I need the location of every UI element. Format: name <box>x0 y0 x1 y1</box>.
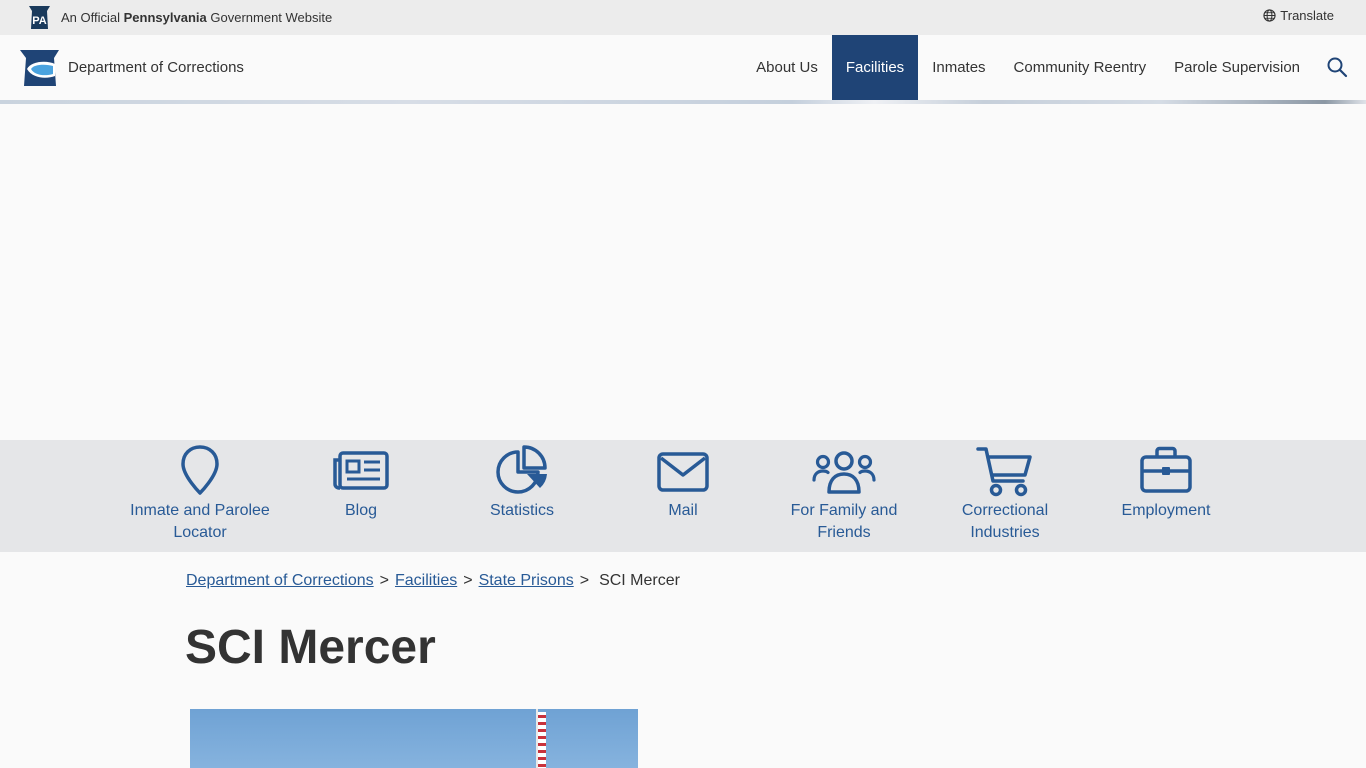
search-icon[interactable] <box>1326 56 1348 78</box>
quick-link-blog[interactable]: Blog <box>301 440 421 552</box>
facility-photo <box>190 709 638 768</box>
quick-link-family-friends[interactable]: For Family and Friends <box>774 440 914 552</box>
page-title: SCI Mercer <box>185 621 436 674</box>
site-header: Department of Corrections About Us Facil… <box>0 35 1366 100</box>
quick-link-label: Correctional Industries <box>961 502 1049 541</box>
breadcrumb-separator: > <box>463 572 473 589</box>
quick-link-statistics[interactable]: Statistics <box>462 440 582 552</box>
newspaper-icon <box>333 451 389 490</box>
official-website-bar: PA An Official Pennsylvania Government W… <box>0 0 1366 35</box>
quick-links-bar: Inmate and Parolee Locator Blog Statisti… <box>0 440 1366 552</box>
flag-icon <box>536 709 546 768</box>
quick-link-label: Employment <box>1121 502 1211 519</box>
shopping-cart-icon <box>976 447 1032 497</box>
department-name[interactable]: Department of Corrections <box>68 59 244 76</box>
quick-link-correctional-industries[interactable]: Correctional Industries <box>935 440 1075 552</box>
breadcrumb-link-facilities[interactable]: Facilities <box>395 572 457 589</box>
quick-link-label: For Family and Friends <box>790 502 898 541</box>
breadcrumb-link-department[interactable]: Department of Corrections <box>186 572 374 589</box>
pa-keystone-icon: PA <box>29 6 50 29</box>
quick-link-employment[interactable]: Employment <box>1101 440 1231 552</box>
breadcrumb-link-state-prisons[interactable]: State Prisons <box>479 572 574 589</box>
globe-icon <box>1263 9 1276 22</box>
briefcase-icon <box>1140 446 1192 493</box>
nav-inmates[interactable]: Inmates <box>918 35 999 100</box>
breadcrumb-current: SCI Mercer <box>599 572 680 589</box>
pie-chart-icon <box>496 445 547 494</box>
nav-facilities[interactable]: Facilities <box>831 35 919 100</box>
translate-label: Translate <box>1280 8 1334 23</box>
nav-parole-supervision[interactable]: Parole Supervision <box>1160 35 1314 100</box>
header-divider <box>0 100 1366 104</box>
breadcrumb-separator: > <box>579 572 590 589</box>
nav-about-us[interactable]: About Us <box>742 35 832 100</box>
quick-link-label: Statistics <box>489 502 554 519</box>
quick-link-label: Inmate and Parolee Locator <box>130 502 270 541</box>
quick-link-label: Blog <box>344 502 378 519</box>
svg-text:PA: PA <box>32 15 47 27</box>
breadcrumb: Department of Corrections > Facilities > Sta… <box>186 572 680 590</box>
nav-community-reentry[interactable]: Community Reentry <box>1000 35 1161 100</box>
main-navigation: About Us Facilities Inmates Community Re… <box>742 35 1314 100</box>
pa-keystone-logo-icon[interactable] <box>19 49 60 87</box>
users-icon <box>812 451 876 494</box>
quick-link-inmate-locator[interactable]: Inmate and Parolee Locator <box>110 440 290 552</box>
breadcrumb-separator: > <box>379 572 389 589</box>
envelope-icon <box>657 452 709 492</box>
official-website-text: An Official Pennsylvania Government Webs… <box>61 10 333 25</box>
map-pin-icon <box>181 445 219 495</box>
quick-link-label: Mail <box>668 502 698 519</box>
translate-button[interactable]: Translate <box>1263 8 1334 23</box>
quick-link-mail[interactable]: Mail <box>623 440 743 552</box>
